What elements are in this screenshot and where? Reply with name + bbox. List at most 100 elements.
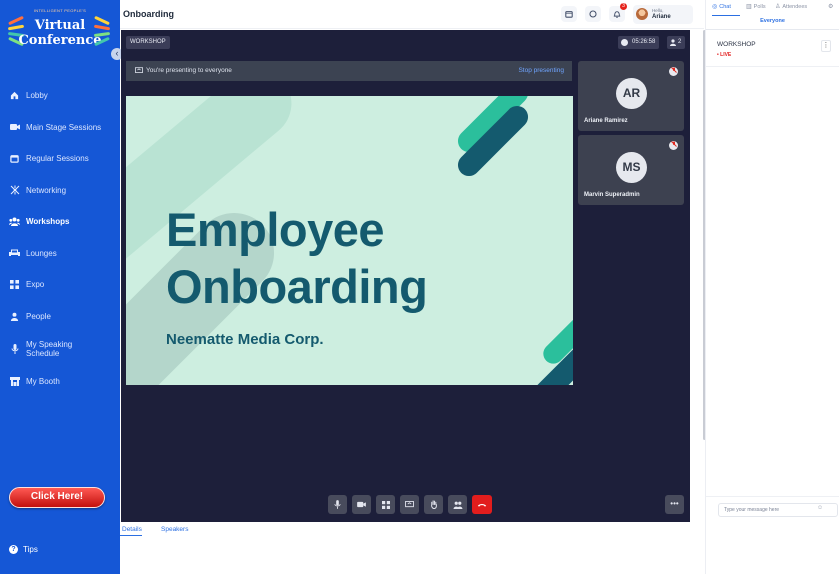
booth-icon [9,377,20,387]
app-root: INTELLIGENT PEOPLE'S Virtual Conference … [0,0,839,574]
end-call-icon[interactable] [472,495,492,514]
emoji-icon[interactable]: ☺ [817,505,823,511]
sidebar-item-label: My Speaking Schedule [26,340,73,358]
logo-tagline: INTELLIGENT PEOPLE'S [33,8,87,13]
timer-value: 05:26:58 [632,39,656,45]
participant-tile[interactable]: MS Marvin Superadmin [578,135,684,205]
participant-tile[interactable]: AR Ariane Ramirez [578,61,684,131]
top-bar: Onboarding 3 Hello, Ariane [120,0,704,29]
tab-underline [712,15,740,16]
calendar-icon[interactable] [561,6,577,22]
divider [706,29,839,30]
tab-details[interactable]: Details [122,526,142,533]
stop-presenting-button[interactable]: Stop presenting [518,67,564,74]
chat-icon: ◎ [712,4,718,10]
live-badge: • LIVE [717,52,732,58]
user-menu[interactable]: Hello, Ariane [633,5,693,24]
sidebar-item-label: Regular Sessions [26,154,89,164]
avatar: MS [616,152,647,183]
mic-muted-icon [669,67,678,76]
calendar-icon [9,154,20,164]
chat-bubble-icon[interactable] [585,6,601,22]
presenting-banner: You're presenting to everyone Stop prese… [126,61,572,81]
raise-hand-icon[interactable] [424,495,443,514]
call-controls [328,495,492,514]
avatar [636,8,648,20]
microphone-icon [9,344,20,354]
sidebar-item-networking[interactable]: Networking [0,175,120,207]
more-options-button[interactable]: ••• [665,495,684,514]
tab-chat[interactable]: ◎ Chat [712,3,731,11]
notification-badge: 3 [620,3,627,10]
sidebar-item-people[interactable]: People [0,301,120,333]
layout-icon[interactable] [376,495,395,514]
person-icon [670,39,676,52]
tab-attendees[interactable]: ♙ Attendees [775,3,808,11]
screen-share-icon [135,67,143,76]
tab-polls-label: Polls [753,3,766,10]
sidebar-item-workshops[interactable]: Workshops [0,206,120,238]
sidebar-item-label: Networking [26,185,67,195]
slide-heading-line2: Onboarding [166,260,428,313]
participant-name: Ariane Ramirez [584,118,628,124]
tips-link[interactable]: ? Tips [9,545,38,554]
user-name: Ariane [652,14,671,20]
avatar: AR [616,78,647,109]
tab-underline [120,535,142,536]
page-title: Onboarding [123,9,174,19]
sidebar-item-my-booth[interactable]: My Booth [0,366,120,398]
chat-panel: ◎ Chat ▥ Polls ♙ Attendees ⚙ Everyone WO… [705,0,839,574]
participant-name: Marvin Superadmin [584,192,640,198]
workshop-stage: WORKSHOP 05:26:58 2 You're presenting to… [121,30,690,522]
presenting-text: You're presenting to everyone [146,67,232,74]
kebab-menu-icon[interactable]: ⋮ [821,40,831,52]
slide-heading: Employee Onboarding [166,201,428,315]
camera-icon[interactable] [352,495,371,514]
sidebar-item-my-speaking-schedule[interactable]: My Speaking Schedule [0,332,120,366]
sidebar-item-lounges[interactable]: Lounges [0,238,120,270]
sidebar: INTELLIGENT PEOPLE'S Virtual Conference … [0,0,123,574]
slide-heading-line1: Employee [166,203,385,256]
microphone-icon[interactable] [328,495,347,514]
divider [706,66,839,67]
mic-muted-icon [669,141,678,150]
sofa-icon [9,248,20,258]
bell-icon[interactable]: 3 [609,3,627,22]
session-label: WORKSHOP [126,36,170,49]
chat-input-placeholder: Type your message here [724,507,780,513]
tab-speakers[interactable]: Speakers [161,526,188,533]
grid-icon [9,280,20,290]
participant-count-value: 2 [678,39,682,45]
group-icon [9,217,20,227]
settings-icon: ⚙ [828,4,834,10]
sidebar-item-regular-sessions[interactable]: Regular Sessions [0,143,120,175]
tab-polls[interactable]: ▥ Polls [746,3,766,11]
sidebar-item-label: Lobby [26,91,48,101]
person-icon [9,311,20,321]
poll-icon: ▥ [746,4,752,10]
participants-icon[interactable] [448,495,467,514]
sidebar-item-label: Main Stage Sessions [26,122,102,132]
sidebar-item-label: My Booth [26,377,60,387]
divider [706,496,839,497]
user-greeting: Hello, [652,8,664,13]
conference-logo[interactable]: INTELLIGENT PEOPLE'S Virtual Conference [5,6,115,60]
home-icon [9,91,20,101]
sidebar-item-lobby[interactable]: Lobby [0,80,120,112]
attendees-icon: ♙ [775,4,781,10]
sidebar-item-label: Expo [26,280,45,290]
sidebar-item-label: People [26,311,51,321]
tab-attendees-label: Attendees [782,3,808,10]
tab-more[interactable]: ⚙ [828,3,835,10]
sidebar-item-expo[interactable]: Expo [0,269,120,301]
presentation-slide: Employee Onboarding Neematte Media Corp. [126,96,573,385]
sidebar-nav: Lobby Main Stage Sessions Regular Sessio… [0,80,120,398]
tips-label: Tips [23,545,38,554]
video-icon [9,122,20,132]
chat-channel-name: WORKSHOP [717,41,756,48]
session-timer: 05:26:58 [618,36,660,49]
tab-everyone[interactable]: Everyone [706,18,839,24]
screen-share-icon[interactable] [400,495,419,514]
click-here-button[interactable]: Click Here! [9,487,105,508]
sidebar-item-main-stage-sessions[interactable]: Main Stage Sessions [0,112,120,144]
